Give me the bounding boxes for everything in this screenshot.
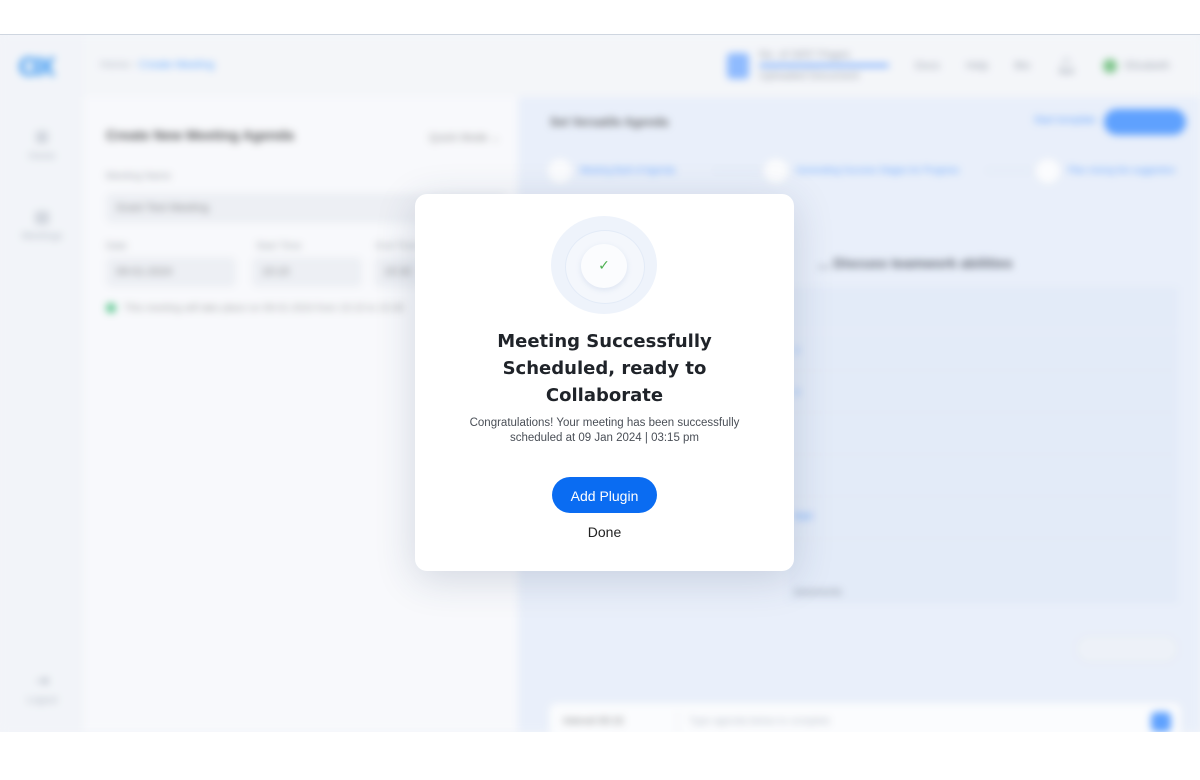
modal-title-line: Collaborate bbox=[545, 385, 664, 406]
modal-description-line: Congratulations! Your meeting has been s… bbox=[469, 417, 740, 429]
modal-title-line: Meeting Successfully bbox=[497, 331, 712, 352]
modal-description: Congratulations! Your meeting has been s… bbox=[455, 416, 754, 446]
success-modal: ✓ Meeting Successfully Scheduled, ready … bbox=[415, 194, 794, 571]
check-icon: ✓ bbox=[598, 258, 610, 274]
done-button[interactable]: Done bbox=[415, 524, 794, 540]
modal-title-line: Scheduled, ready to bbox=[502, 358, 707, 379]
modal-title: Meeting Successfully Scheduled, ready to… bbox=[415, 328, 794, 409]
modal-description-line: scheduled at 09 Jan 2024 | 03:15 pm bbox=[509, 432, 700, 444]
add-plugin-button[interactable]: Add Plugin bbox=[552, 477, 657, 513]
